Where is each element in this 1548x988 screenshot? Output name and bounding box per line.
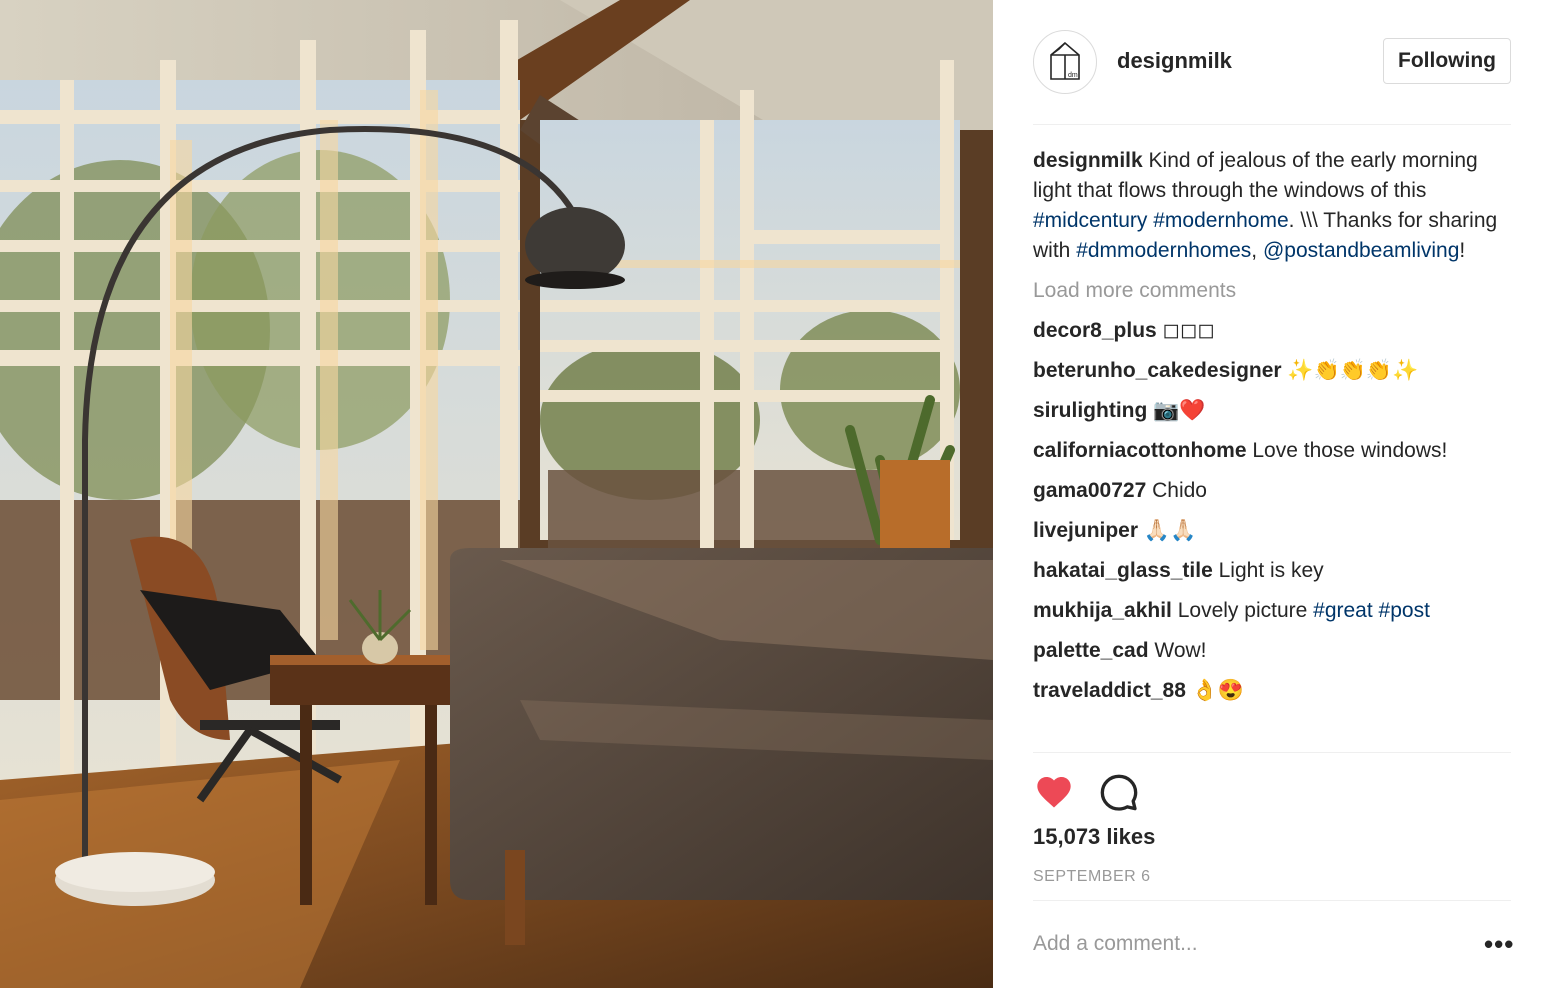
comment: traveladdict_88 👌😍 (1033, 676, 1511, 706)
post-actions (1033, 770, 1233, 814)
comment-username[interactable]: livejuniper (1033, 519, 1138, 542)
hashtag-link[interactable]: #post (1379, 599, 1430, 622)
post-photo[interactable] (0, 0, 993, 988)
comment: gama00727 Chido (1033, 476, 1511, 506)
post-date: SEPTEMBER 6 (1033, 868, 1151, 885)
post-modal: dm designmilk Following designmilk Kind … (0, 0, 1548, 988)
more-icon[interactable]: ••• (1484, 931, 1514, 957)
hashtag-link[interactable]: #midcentury (1033, 209, 1147, 232)
caption-text: , (1251, 239, 1263, 262)
following-button[interactable]: Following (1383, 38, 1511, 84)
footer-divider (1033, 900, 1511, 901)
heart-icon[interactable] (1033, 772, 1075, 812)
comment-text: 📷❤️ (1147, 399, 1206, 422)
comment: mukhija_akhil Lovely picture #great #pos… (1033, 596, 1511, 626)
caption-username[interactable]: designmilk (1033, 149, 1143, 172)
comment-username[interactable]: hakatai_glass_tile (1033, 559, 1213, 582)
comment: palette_cad Wow! (1033, 636, 1511, 666)
comment-text: ◻◻◻ (1156, 319, 1215, 342)
comment-username[interactable]: gama00727 (1033, 479, 1146, 502)
hashtag-link[interactable]: #dmmodernhomes (1076, 239, 1251, 262)
header-divider (1033, 124, 1511, 125)
post-username[interactable]: designmilk (1117, 48, 1232, 74)
comment-text: ✨👏👏👏✨ (1281, 359, 1419, 382)
comment: decor8_plus ◻◻◻ (1033, 316, 1511, 346)
comment-text: Chido (1146, 479, 1207, 502)
comment-text: Light is key (1212, 559, 1324, 582)
likes-count[interactable]: 15,073 likes (1033, 824, 1155, 850)
comment: beterunho_cakedesigner ✨👏👏👏✨ (1033, 356, 1511, 386)
comment: sirulighting 📷❤️ (1033, 396, 1511, 426)
comment-text: Love those windows! (1246, 439, 1448, 462)
comment-text: 👌😍 (1185, 679, 1245, 702)
load-more-comments-button[interactable]: Load more comments (1033, 276, 1511, 306)
comments-divider (1033, 752, 1511, 753)
comment-username[interactable]: traveladdict_88 (1033, 679, 1186, 702)
comment: hakatai_glass_tile Light is key (1033, 556, 1511, 586)
comment: livejuniper 🙏🏻🙏🏻 (1033, 516, 1511, 546)
add-comment-input[interactable]: Add a comment... (1033, 932, 1198, 956)
avatar[interactable]: dm (1033, 30, 1097, 94)
svg-text:dm: dm (1068, 72, 1078, 79)
comment-username[interactable]: californiacottonhome (1033, 439, 1247, 462)
post-caption: designmilk Kind of jealous of the early … (1033, 146, 1511, 266)
comment-username[interactable]: mukhija_akhil (1033, 599, 1172, 622)
designmilk-logo-icon: dm (1050, 41, 1080, 80)
hashtag-link[interactable]: #great (1313, 599, 1373, 622)
comment-username[interactable]: sirulighting (1033, 399, 1147, 422)
comment-username[interactable]: decor8_plus (1033, 319, 1157, 342)
comment-text: 🙏🏻🙏🏻 (1138, 519, 1197, 542)
comments-list[interactable]: designmilk Kind of jealous of the early … (1033, 146, 1511, 752)
comment-text: Lovely picture (1171, 599, 1314, 622)
comment-text: Wow! (1148, 639, 1207, 662)
caption-text: ! (1459, 239, 1466, 262)
comment: californiacottonhome Love those windows! (1033, 436, 1511, 466)
post-header: dm designmilk Following (1033, 30, 1511, 96)
interior-photo-illustration (0, 0, 993, 988)
comment-username[interactable]: beterunho_cakedesigner (1033, 359, 1282, 382)
comment-icon[interactable] (1099, 772, 1139, 812)
hashtag-link[interactable]: #modernhome (1153, 209, 1288, 232)
post-sidebar: dm designmilk Following designmilk Kind … (993, 0, 1548, 988)
mention-link[interactable]: @postandbeamliving (1263, 239, 1459, 262)
comment-username[interactable]: palette_cad (1033, 639, 1149, 662)
